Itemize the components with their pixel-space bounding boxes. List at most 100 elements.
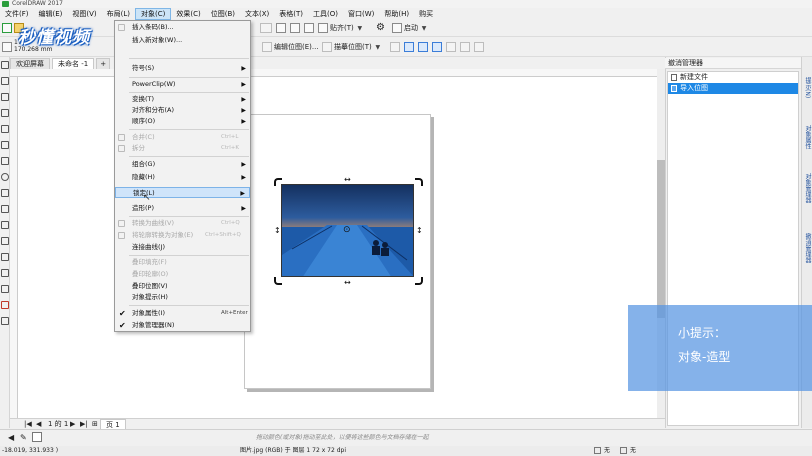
menu-item-hide[interactable]: 隐藏(H) ▶ <box>115 172 250 183</box>
trace-bitmap-button[interactable]: 描摹位图(T) ▼ <box>322 41 384 53</box>
submenu-arrow-icon: ▶ <box>241 161 246 168</box>
outline-indicator-icon <box>620 447 627 454</box>
options-gear-icon[interactable]: ⚙ <box>376 22 385 34</box>
rotate-handle-bottom-right[interactable] <box>415 277 423 285</box>
crop-bitmap-icon[interactable] <box>390 41 402 53</box>
menu-item-overprint-fill: 叠印填充(F) <box>132 258 167 266</box>
menu-item-symbol[interactable]: 符号(S) ▶ <box>115 63 250 74</box>
shape-tool-icon[interactable] <box>1 77 9 85</box>
rotate-handle-top-right[interactable] <box>415 178 423 186</box>
snap-to-dropdown[interactable]: 贴齐(T) ▼ <box>318 22 366 34</box>
resample-icon[interactable] <box>404 41 416 53</box>
bitmap-color-mask-icon[interactable] <box>418 41 430 53</box>
menu-item-object-properties[interactable]: ✔ 对象属性(I) Alt+Enter <box>115 308 250 319</box>
menu-item-shaping[interactable]: 造形(P) ▶ <box>115 203 250 214</box>
menu-item-join-curves[interactable]: 连接曲线(J) <box>115 242 250 253</box>
combine-icon <box>118 134 125 141</box>
menu-tools[interactable]: 工具(O) <box>308 8 343 20</box>
menu-text[interactable]: 文本(X) <box>240 8 274 20</box>
tab-welcome-screen[interactable]: 欢迎屏幕 <box>10 58 50 69</box>
new-document-icon[interactable] <box>2 22 14 34</box>
add-tab-icon[interactable]: + <box>96 58 111 69</box>
interactive-fill-icon[interactable] <box>1 301 9 309</box>
horizontal-ruler[interactable] <box>10 69 657 77</box>
menu-file[interactable]: 文件(F) <box>0 8 34 20</box>
menu-item-overprint-bitmap[interactable]: 叠印位图(V) <box>115 281 250 292</box>
submenu-arrow-icon: ▶ <box>241 118 246 125</box>
side-tab-object-properties[interactable]: 对象属性 <box>803 125 812 149</box>
menu-bitmaps[interactable]: 位图(B) <box>206 8 240 20</box>
menu-table[interactable]: 表格(T) <box>274 8 308 20</box>
menu-item-group[interactable]: 组合(G) ▶ <box>115 159 250 170</box>
menu-effects[interactable]: 效果(C) <box>171 8 205 20</box>
video-watermark: 秒懂视频 <box>18 28 90 48</box>
no-color-swatch[interactable] <box>32 432 42 442</box>
submenu-arrow-icon: ▶ <box>241 174 246 181</box>
undo-item-label: 新建文件 <box>680 73 708 81</box>
menu-help[interactable]: 帮助(H) <box>379 8 414 20</box>
ellipse-tool-icon[interactable] <box>1 173 9 181</box>
artistic-media-icon[interactable] <box>1 141 9 149</box>
connector-tool-icon[interactable] <box>1 237 9 245</box>
menu-layout[interactable]: 布局(L) <box>102 8 135 20</box>
center-of-rotation-icon[interactable]: ⊙ <box>343 226 351 235</box>
menu-item-insert-barcode[interactable]: 插入条码(B)... <box>115 22 250 33</box>
eyedropper-icon[interactable] <box>1 285 9 293</box>
menu-buy[interactable]: 购买 <box>414 8 438 20</box>
skew-handle-bottom[interactable]: ↔ <box>344 279 351 287</box>
curves-icon <box>118 220 125 227</box>
skew-handle-top[interactable]: ↔ <box>344 176 351 184</box>
parallel-dimension-icon[interactable] <box>1 221 9 229</box>
link-bitmap-icon[interactable] <box>432 41 444 53</box>
launch-dropdown[interactable]: 启动 ▼ <box>392 22 430 34</box>
transparency-icon[interactable] <box>1 269 9 277</box>
menu-item-transform[interactable]: 变换(T) ▶ <box>115 94 250 105</box>
crop-tool-icon[interactable] <box>1 93 9 101</box>
menu-item-align-distribute[interactable]: 对齐和分布(A) ▶ <box>115 105 250 116</box>
menu-window[interactable]: 窗口(W) <box>343 8 379 20</box>
vertical-ruler[interactable] <box>10 77 18 418</box>
coreldraw-app-icon <box>2 1 9 7</box>
menu-item-object-hinting[interactable]: 对象提示(H) <box>115 292 250 303</box>
undo-item-new-file[interactable]: 新建文件 <box>668 72 798 83</box>
vertical-scroll-thumb[interactable] <box>657 160 665 318</box>
menu-item-lock[interactable]: 锁定(L) ▶ <box>115 187 250 198</box>
show-guides-icon[interactable] <box>304 22 316 34</box>
menu-object[interactable]: 对象(C) <box>135 8 172 20</box>
palette-arrow-icon[interactable]: ◀ <box>8 433 14 442</box>
object-origin-icon[interactable] <box>2 41 14 53</box>
side-tab-object-manager[interactable]: 对象管理器 <box>803 173 812 203</box>
side-tab-hints[interactable]: 提示(N) <box>803 77 812 98</box>
external-link-icon[interactable] <box>474 41 486 53</box>
menu-edit[interactable]: 编辑(E) <box>34 8 68 20</box>
freehand-tool-icon[interactable] <box>1 125 9 133</box>
rotate-handle-top-left[interactable] <box>274 178 282 186</box>
tab-untitled-1[interactable]: 未命名 -1 <box>52 58 95 69</box>
text-tool-icon[interactable] <box>1 205 9 213</box>
edit-bitmap-button[interactable]: 编辑位图(E)... <box>262 41 319 53</box>
drop-shadow-icon[interactable] <box>1 253 9 261</box>
menu-item-order[interactable]: 顺序(O) ▶ <box>115 116 250 127</box>
smart-fill-icon[interactable] <box>1 317 9 325</box>
show-grid-icon[interactable] <box>276 22 288 34</box>
zoom-tool-icon[interactable] <box>1 109 9 117</box>
menu-item-break-apart: 拆分 Ctrl+K <box>115 143 250 154</box>
menu-view[interactable]: 视图(V) <box>67 8 101 20</box>
skew-handle-right[interactable]: ↕ <box>416 227 423 235</box>
undo-item-import-bitmap[interactable]: 导入位图 <box>668 83 798 94</box>
menu-item-insert-new-object[interactable]: 插入新对象(W)... <box>115 35 250 46</box>
pick-tool-icon[interactable] <box>1 61 9 69</box>
skew-handle-left[interactable]: ↕ <box>274 227 281 235</box>
rectangle-tool-icon[interactable] <box>1 157 9 165</box>
unlink-icon[interactable] <box>460 41 472 53</box>
eyedropper-icon[interactable]: ✎ <box>20 433 27 442</box>
show-rulers-icon[interactable] <box>290 22 302 34</box>
document-tabs: 欢迎屏幕 未命名 -1 + <box>10 58 112 69</box>
chain-link-icon[interactable] <box>446 41 458 53</box>
rotate-handle-bottom-left[interactable] <box>274 277 282 285</box>
menu-item-object-manager[interactable]: ✔ 对象管理器(N) <box>115 320 250 331</box>
side-tab-undo-manager[interactable]: 撤消管理器 <box>803 233 812 263</box>
zoom-dropdown[interactable] <box>260 22 274 34</box>
menu-item-powerclip[interactable]: PowerClip(W) ▶ <box>115 79 250 90</box>
polygon-tool-icon[interactable] <box>1 189 9 197</box>
